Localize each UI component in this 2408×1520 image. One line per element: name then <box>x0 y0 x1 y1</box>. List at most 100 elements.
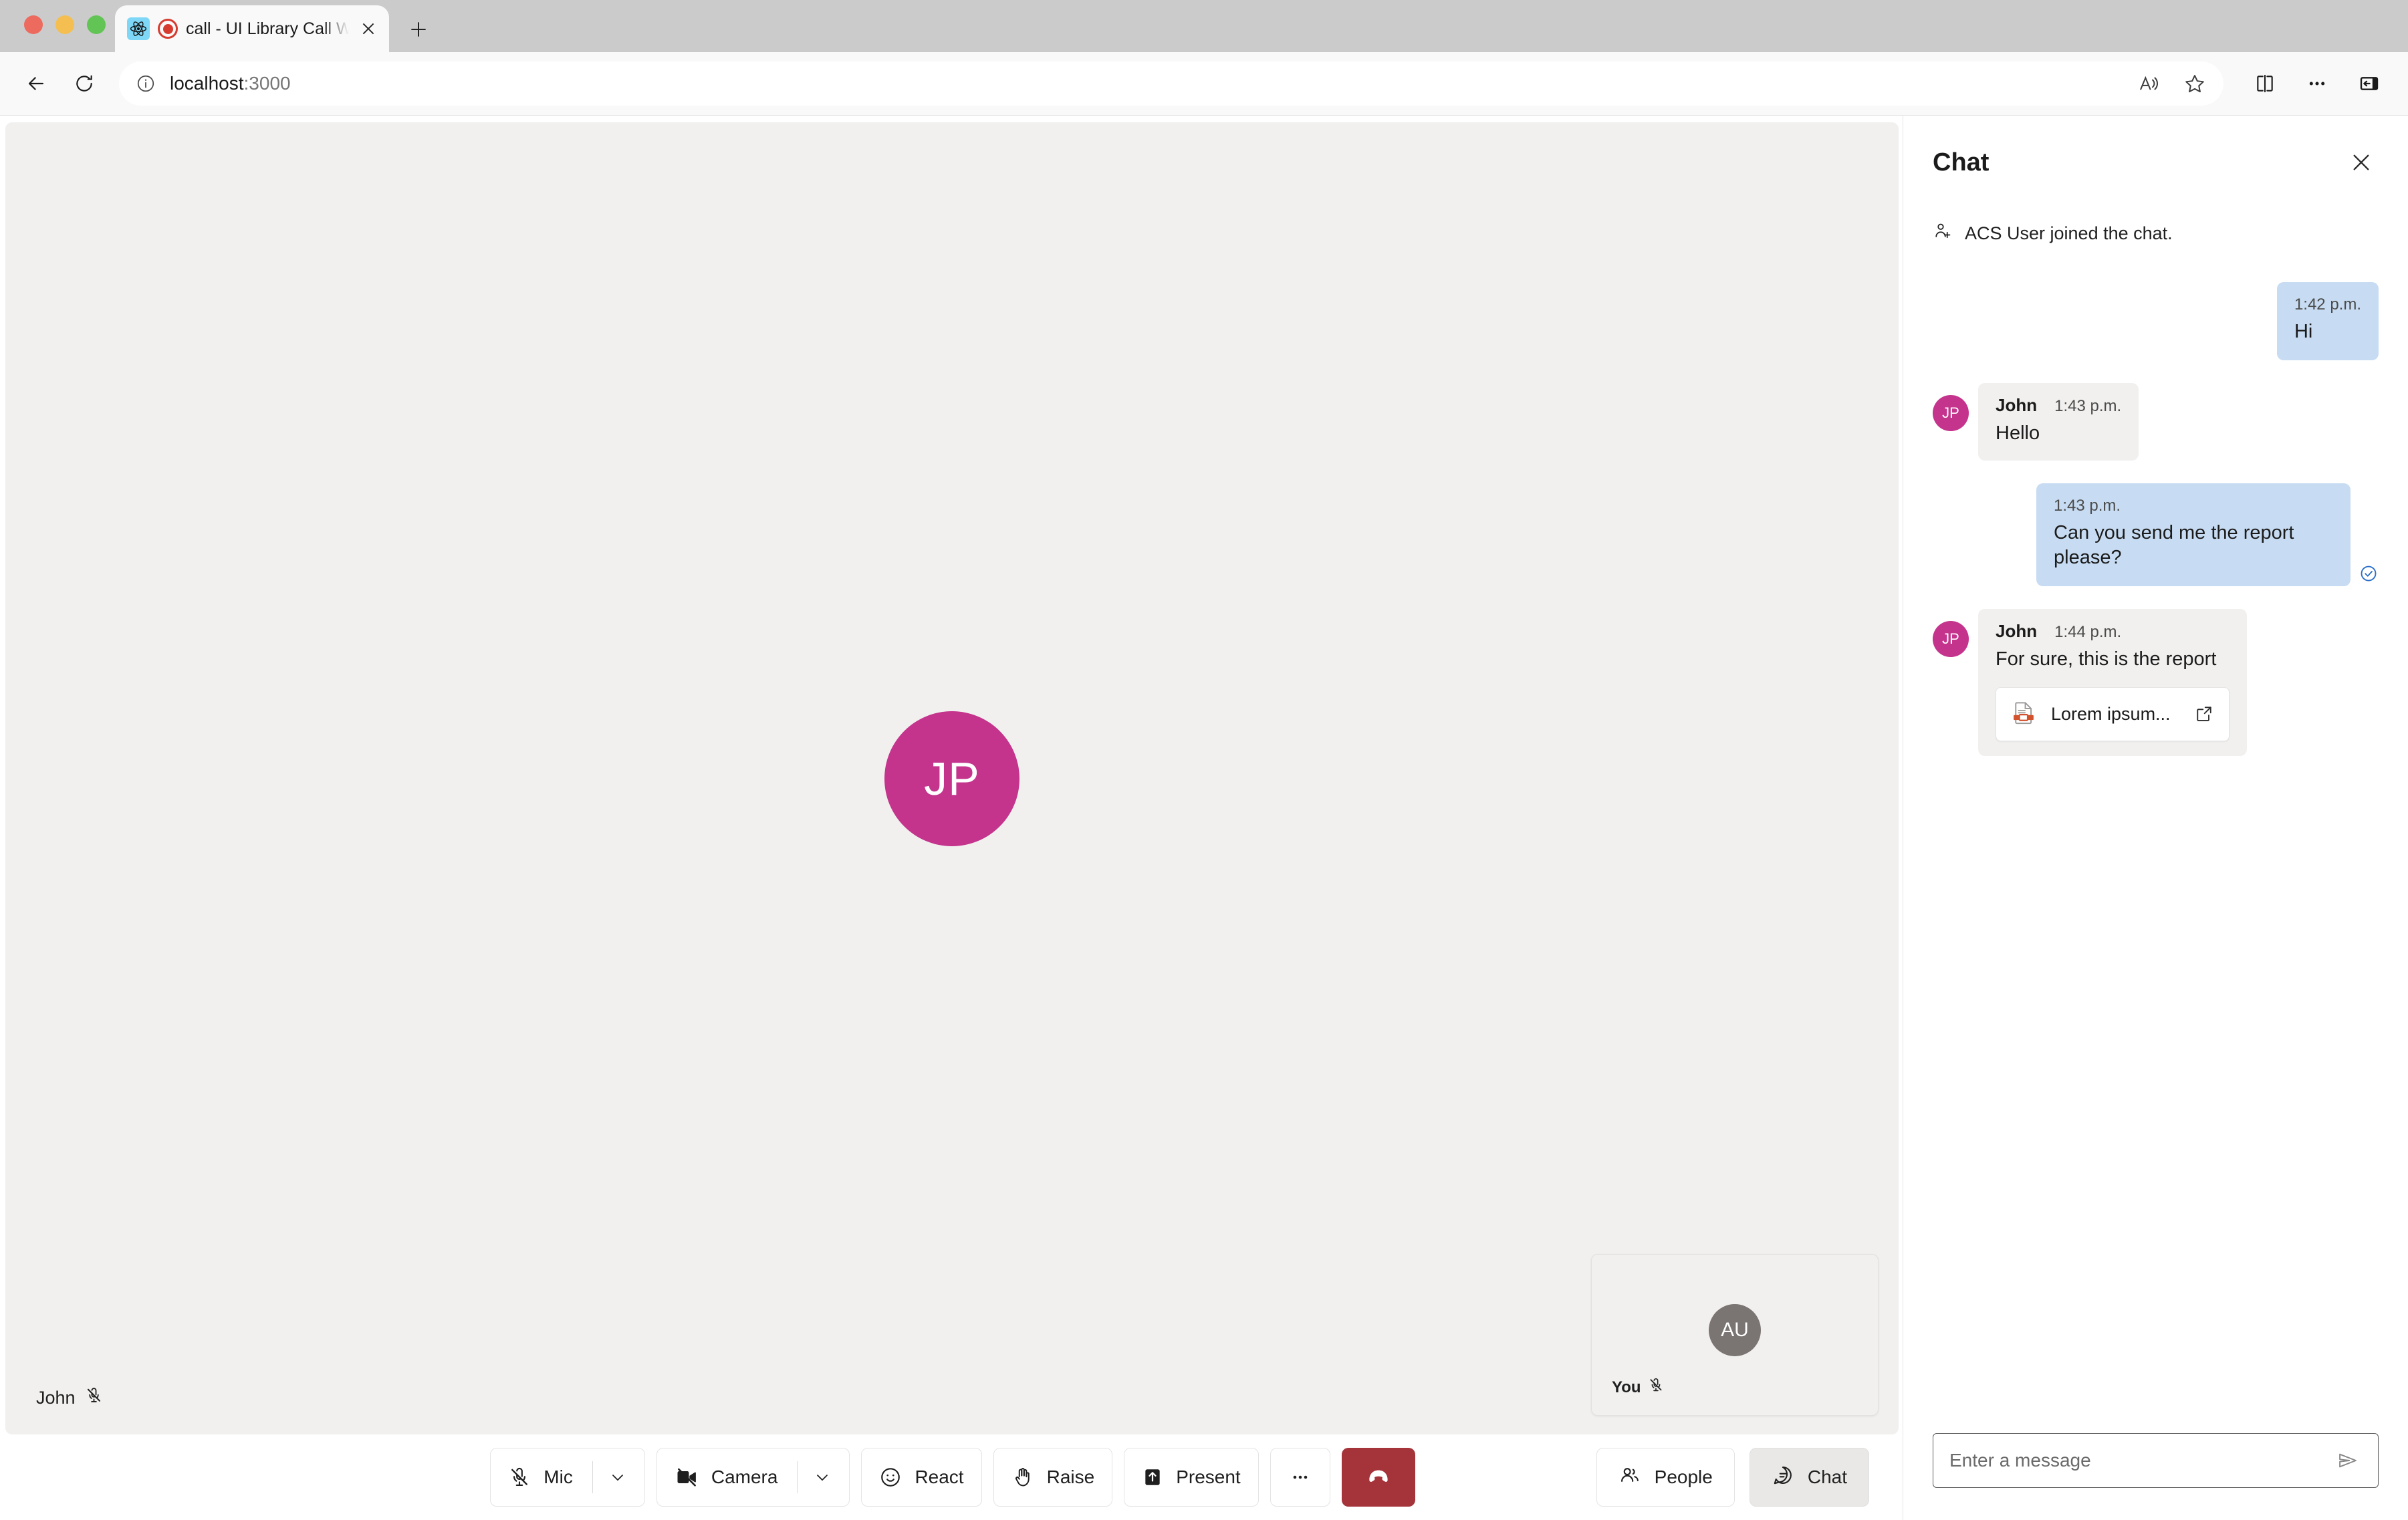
new-tab-button[interactable] <box>401 12 436 47</box>
close-icon[interactable] <box>2344 145 2379 180</box>
ellipsis-icon[interactable] <box>2296 62 2338 105</box>
system-message: ACS User joined the chat. <box>1933 221 2379 246</box>
local-video-tile[interactable]: AU You <box>1591 1254 1879 1416</box>
message-text: Can you send me the report please? <box>2054 522 2294 569</box>
message-text: Hello <box>1996 422 2040 445</box>
divider <box>797 1461 798 1493</box>
chat-panel: Chat ACS User joined the chat. 1:42 p.m.… <box>1903 116 2408 1520</box>
more-options-button[interactable] <box>1270 1448 1330 1507</box>
share-screen-icon <box>1142 1467 1163 1488</box>
chat-composer <box>1903 1433 2408 1520</box>
message-time: 1:44 p.m. <box>2054 623 2122 642</box>
omnibox-actions <box>2130 64 2214 103</box>
tab-strip: call - UI Library Call With C <box>0 0 2408 52</box>
avatar: AU <box>1709 1303 1761 1356</box>
call-composite: JP John AU You Mic Camera React Raise Pr… <box>0 116 1903 1520</box>
close-window-button[interactable] <box>24 15 43 34</box>
browser-tab[interactable]: call - UI Library Call With C <box>115 5 389 52</box>
address-bar[interactable]: localhost:3000 <box>119 61 2223 106</box>
page-content: JP John AU You Mic Camera React Raise Pr… <box>0 115 2408 1520</box>
emoji-icon <box>879 1466 902 1489</box>
chat-message: 1:43 p.m. Can you send me the report ple… <box>1933 483 2379 587</box>
pdf-file-icon <box>2011 700 2036 729</box>
split-screen-icon[interactable] <box>2244 62 2286 105</box>
chat-bubble-icon <box>1772 1464 1794 1491</box>
chat-message-list[interactable]: ACS User joined the chat. 1:42 p.m. Hi J… <box>1903 180 2408 1433</box>
react-button[interactable]: React <box>861 1448 982 1507</box>
chevron-down-icon[interactable] <box>812 1468 832 1487</box>
message-time: 1:43 p.m. <box>2054 497 2121 515</box>
raise-hand-button[interactable]: Raise <box>993 1448 1113 1507</box>
read-aloud-icon[interactable] <box>2130 64 2169 103</box>
remote-participant-name: John <box>36 1387 76 1408</box>
system-message-text: ACS User joined the chat. <box>1965 223 2173 243</box>
camera-button-label: Camera <box>711 1467 778 1487</box>
send-icon[interactable] <box>2330 1449 2366 1472</box>
camera-button[interactable]: Camera <box>656 1448 850 1507</box>
info-icon[interactable] <box>134 74 158 94</box>
message-bubble-incoming[interactable]: John 1:43 p.m. Hello <box>1978 383 2139 461</box>
open-external-icon[interactable] <box>2194 704 2214 724</box>
avatar: JP <box>884 711 1019 846</box>
avatar: JP <box>1933 395 1969 432</box>
mic-button-label: Mic <box>544 1467 573 1487</box>
url-host: localhost <box>170 73 244 94</box>
divider <box>592 1461 593 1493</box>
react-icon <box>127 17 150 40</box>
call-control-bar: Mic Camera React Raise Present People Ch… <box>3 1434 1903 1520</box>
message-bubble-outgoing[interactable]: 1:43 p.m. Can you send me the report ple… <box>2036 483 2351 587</box>
mic-button[interactable]: Mic <box>490 1448 645 1507</box>
minimize-window-button[interactable] <box>55 15 74 34</box>
message-text: For sure, this is the report <box>1996 648 2217 670</box>
record-dot-icon[interactable] <box>158 19 178 39</box>
mic-off-icon <box>508 1466 531 1489</box>
reload-icon[interactable] <box>63 62 106 105</box>
star-icon[interactable] <box>2175 64 2214 103</box>
present-button[interactable]: Present <box>1124 1448 1259 1507</box>
call-controls-secondary: People Chat <box>1596 1448 1869 1507</box>
end-call-button[interactable] <box>1341 1448 1415 1507</box>
chat-button[interactable]: Chat <box>1749 1448 1869 1507</box>
message-meta: 1:42 p.m. <box>2294 295 2361 314</box>
mic-off-icon <box>85 1386 103 1409</box>
person-add-icon <box>1933 221 1953 246</box>
chat-header: Chat <box>1903 116 2408 180</box>
chat-message: JP John 1:43 p.m. Hello <box>1933 383 2379 461</box>
browser-window: call - UI Library Call With C <box>0 0 2408 1520</box>
check-circle-icon <box>2359 563 2379 586</box>
message-bubble-incoming[interactable]: John 1:44 p.m. For sure, this is the rep… <box>1978 609 2247 756</box>
remote-participant-label: John <box>36 1386 103 1409</box>
close-icon[interactable] <box>357 17 380 40</box>
url-text[interactable]: localhost:3000 <box>170 73 2118 94</box>
message-author: John <box>1996 395 2038 416</box>
ellipsis-icon <box>1290 1467 1311 1488</box>
message-input[interactable] <box>1949 1450 2330 1471</box>
avatar: JP <box>1933 621 1969 658</box>
message-meta: John 1:44 p.m. <box>1996 621 2230 642</box>
hangup-icon <box>1364 1462 1393 1493</box>
chat-message: JP John 1:44 p.m. For sure, this is the … <box>1933 609 2379 756</box>
chat-button-label: Chat <box>1807 1467 1847 1487</box>
present-button-label: Present <box>1176 1467 1241 1487</box>
message-meta: 1:43 p.m. <box>2054 497 2333 515</box>
attachment-name: Lorem ipsum... <box>2051 703 2171 724</box>
people-icon <box>1618 1464 1641 1491</box>
call-controls-primary: Mic Camera React Raise Present <box>490 1448 1415 1507</box>
collections-icon[interactable] <box>2348 62 2391 105</box>
message-input-container[interactable] <box>1933 1433 2379 1488</box>
chevron-down-icon[interactable] <box>607 1468 627 1487</box>
window-traffic-lights <box>24 15 106 34</box>
page-title: Chat <box>1933 148 1990 176</box>
message-time: 1:42 p.m. <box>2294 295 2361 313</box>
people-button[interactable]: People <box>1596 1448 1735 1507</box>
video-gallery: JP John AU You <box>5 122 1899 1434</box>
back-arrow-icon[interactable] <box>15 62 57 105</box>
maximize-window-button[interactable] <box>87 15 106 34</box>
message-bubble-outgoing[interactable]: 1:42 p.m. Hi <box>2276 282 2379 361</box>
react-button-label: React <box>915 1467 964 1487</box>
attachment-card[interactable]: Lorem ipsum... <box>1996 686 2230 741</box>
message-time: 1:43 p.m. <box>2054 397 2122 416</box>
camera-off-icon <box>675 1465 699 1489</box>
people-button-label: People <box>1654 1467 1713 1487</box>
local-participant-label: You <box>1612 1377 1664 1398</box>
